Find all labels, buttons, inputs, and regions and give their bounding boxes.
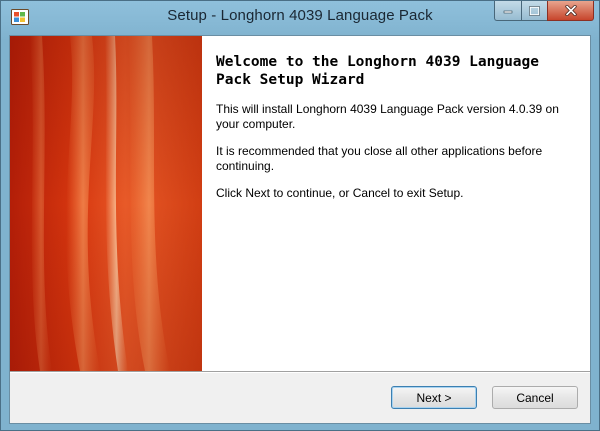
continue-instructions: Click Next to continue, or Cancel to exi… <box>216 186 464 200</box>
wizard-banner-image <box>10 36 202 371</box>
wizard-content: Welcome to the Longhorn 4039 Language Pa… <box>202 36 590 371</box>
close-icon <box>564 5 577 16</box>
wizard-client-area: Welcome to the Longhorn 4039 Language Pa… <box>9 35 591 424</box>
close-button[interactable] <box>547 1 594 21</box>
title-bar[interactable]: Setup - Longhorn 4039 Language Pack <box>1 1 599 35</box>
minimize-button[interactable] <box>494 1 521 21</box>
next-button[interactable]: Next > <box>391 386 477 409</box>
maximize-icon <box>529 5 540 16</box>
install-description: This will install Longhorn 4039 Language… <box>216 102 559 131</box>
setup-window: Setup - Longhorn 4039 Language Pack Welc… <box>0 0 600 431</box>
cancel-button[interactable]: Cancel <box>492 386 578 409</box>
button-bar-divider <box>10 371 590 373</box>
close-apps-recommendation: It is recommended that you close all oth… <box>216 144 543 173</box>
caption-buttons <box>494 1 594 22</box>
minimize-icon <box>503 10 513 13</box>
maximize-button[interactable] <box>521 1 547 21</box>
wizard-heading: Welcome to the Longhorn 4039 Language Pa… <box>216 54 540 88</box>
